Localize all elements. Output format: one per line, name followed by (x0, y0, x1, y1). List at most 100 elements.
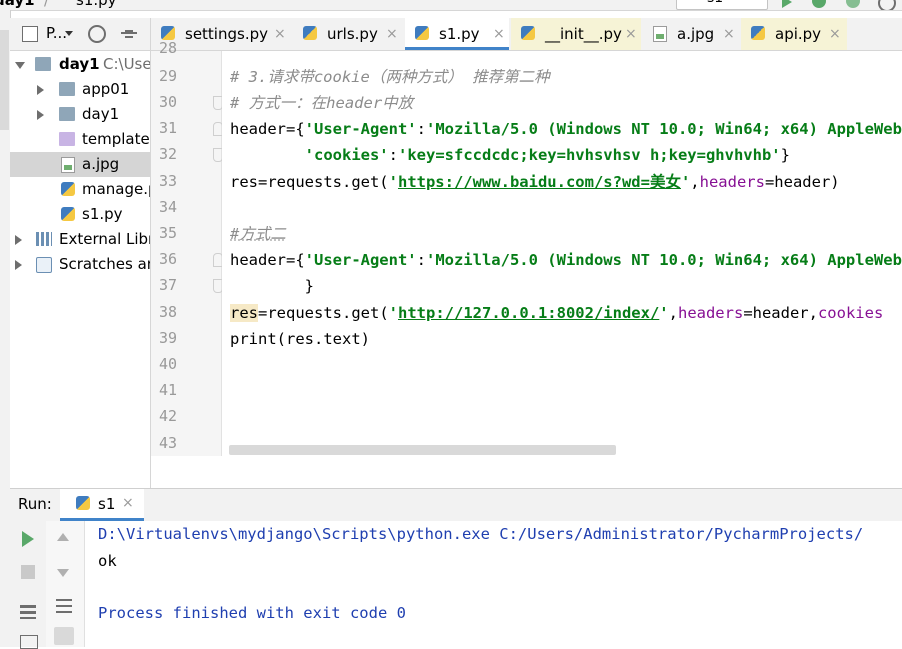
close-icon[interactable]: × (274, 18, 286, 50)
rerun-icon[interactable] (22, 531, 34, 547)
project-panel: P... day1 C:\Use app01 day1 templates a.… (10, 18, 151, 488)
tab-label: api.py (775, 18, 821, 50)
tab-urls-py[interactable]: urls.py × (293, 18, 403, 50)
python-file-icon (751, 26, 765, 40)
project-panel-title[interactable]: P... (46, 24, 67, 42)
folder-icon (59, 132, 75, 146)
run-icon[interactable] (782, 0, 792, 8)
run-config-dropdown[interactable]: s1 (676, 0, 768, 10)
chevron-right-icon[interactable] (15, 260, 22, 270)
tree-item-label: app01 (82, 77, 129, 102)
tree-item-manage-py[interactable]: manage.py (10, 177, 150, 202)
code-token: header={ (230, 251, 305, 269)
tab-init-py[interactable]: __init__.py × (511, 18, 641, 50)
chevron-right-icon[interactable] (15, 235, 22, 245)
code-token: ' (681, 173, 690, 191)
code-line-30: # 方式一：在header中放 (230, 93, 413, 113)
tab-label: settings.py (185, 18, 268, 50)
debug-icon[interactable] (812, 0, 826, 8)
horizontal-scrollbar[interactable] (229, 445, 616, 455)
python-file-icon (61, 207, 75, 221)
console-line: Process finished with exit code 0 (98, 604, 406, 622)
locate-icon[interactable] (88, 25, 106, 43)
close-icon[interactable]: × (122, 495, 134, 511)
code-token: : (389, 146, 398, 164)
close-icon[interactable]: × (625, 18, 637, 50)
code-line-36: header={'User-Agent':'Mozilla/5.0 (Windo… (230, 250, 902, 270)
run-console[interactable]: D:\Virtualenvs\mydjango\Scripts\python.e… (85, 521, 902, 647)
breadcrumb-separator: / (44, 0, 49, 9)
run-tab-s1[interactable]: s1 × (60, 489, 144, 521)
code-token: ' (659, 304, 668, 322)
tree-item-templates[interactable]: templates (10, 127, 150, 152)
url-link[interactable]: https://www.baidu.com/s?wd=美女 (398, 173, 681, 191)
navigation-bar: day1 / s1.py s1 (0, 0, 902, 11)
code-token: , (690, 173, 699, 191)
line-number: 39 (151, 329, 177, 347)
code-token: : (417, 120, 426, 138)
scroll-to-end-icon[interactable] (54, 627, 74, 645)
run-panel-label: Run: (18, 495, 52, 513)
tree-item-path: C:\Use (103, 52, 151, 77)
chevron-right-icon[interactable] (37, 110, 44, 120)
chevron-right-icon[interactable] (37, 85, 44, 95)
breadcrumb-project[interactable]: day1 (0, 0, 35, 9)
stop-icon[interactable] (21, 565, 35, 579)
tree-item-label: manage.py (82, 177, 151, 202)
line-number: 35 (151, 224, 177, 242)
python-file-icon (76, 496, 90, 510)
soft-wrap-icon[interactable] (56, 599, 72, 613)
code-token: =requests.get( (258, 304, 389, 322)
code-editor[interactable]: # 3.请求带cookie（两种方式） 推荐第二种 # 方式一：在header中… (222, 51, 902, 456)
tree-item-a-jpg[interactable]: a.jpg (10, 152, 150, 177)
tree-item-external-libraries[interactable]: External Libraries (10, 227, 150, 252)
code-line-31: header={'User-Agent':'Mozilla/5.0 (Windo… (230, 119, 902, 139)
collapse-all-icon[interactable] (121, 26, 137, 40)
close-icon[interactable]: × (493, 18, 505, 50)
code-token: =header) (765, 173, 840, 191)
close-icon[interactable]: × (386, 18, 398, 50)
code-token: =header, (743, 304, 818, 322)
code-token (230, 146, 305, 164)
tree-item-scratches[interactable]: Scratches and Consoles (10, 252, 150, 277)
line-number: 37 (151, 276, 177, 294)
tree-item-label: a.jpg (82, 152, 119, 177)
line-number: 34 (151, 198, 177, 216)
tab-a-jpg[interactable]: a.jpg × (643, 18, 739, 50)
chevron-down-icon[interactable] (65, 31, 73, 36)
url-link[interactable]: http://127.0.0.1:8002/index/ (398, 304, 659, 322)
line-number: 42 (151, 407, 177, 425)
code-token: res=requests.get( (230, 173, 389, 191)
profile-icon[interactable] (878, 0, 896, 11)
editor-tabs: settings.py × urls.py × s1.py × __init__… (151, 18, 902, 51)
code-token: , (669, 304, 678, 322)
project-tool-window-button[interactable] (0, 30, 9, 130)
code-line-32: 'cookies':'key=sfccdcdc;key=hvhsvhsv h;k… (230, 145, 790, 165)
arrow-up-icon[interactable] (57, 533, 69, 541)
image-file-icon (653, 26, 667, 42)
chevron-down-icon[interactable] (15, 62, 25, 69)
console-line: D:\Virtualenvs\mydjango\Scripts\python.e… (98, 525, 863, 543)
editor-gutter[interactable]: 28 29 30 31 32 33 34 35 36 37 38 39 40 4… (151, 51, 222, 456)
code-token: 'Mozilla/5.0 (Windows NT 10.0; Win64; x6… (426, 120, 902, 138)
tree-item-s1-py[interactable]: s1.py (10, 202, 150, 227)
python-file-icon (415, 26, 429, 40)
run-tab-label: s1 (98, 495, 115, 513)
coverage-icon[interactable] (846, 0, 860, 8)
line-number: 33 (151, 172, 177, 190)
code-line-33: res=requests.get( 'https://www.baidu.com/… (230, 172, 840, 192)
code-token: 'User-Agent' (305, 120, 417, 138)
tab-s1-py[interactable]: s1.py × (405, 18, 509, 50)
tree-item-app01[interactable]: app01 (10, 77, 150, 102)
close-icon[interactable]: × (829, 18, 841, 50)
breadcrumb-file[interactable]: s1.py (76, 0, 117, 9)
tab-api-py[interactable]: api.py × (741, 18, 847, 50)
code-token: 'cookies' (305, 146, 389, 164)
tree-item-day1[interactable]: day1 (10, 102, 150, 127)
tree-item-day1-root[interactable]: day1 C:\Use (10, 52, 150, 77)
code-line-37: } (230, 276, 314, 296)
tab-label: s1.py (439, 18, 480, 50)
arrow-down-icon[interactable] (57, 569, 69, 577)
layout-icon[interactable] (20, 605, 36, 619)
close-icon[interactable]: × (723, 18, 735, 50)
